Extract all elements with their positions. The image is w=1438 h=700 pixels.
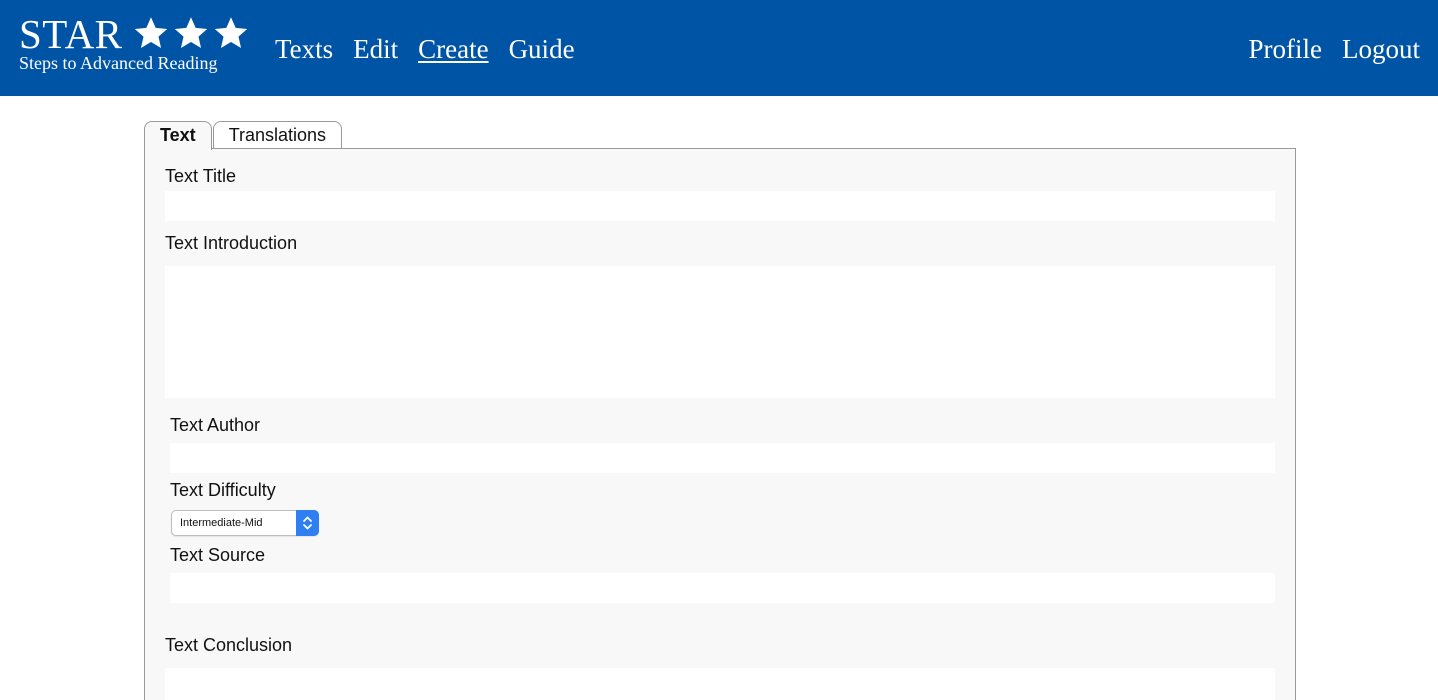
text-title-label: Text Title [165,166,237,186]
star-icon [214,17,248,48]
logo-subtitle: Steps to Advanced Reading [19,53,218,73]
nav-create[interactable]: Create [418,33,488,65]
form-tabs: Text Translations [144,121,343,150]
updown-chevron-icon [303,516,312,530]
nav-profile[interactable]: Profile [1249,33,1323,65]
logo-title: STAR [19,11,123,57]
difficulty-selected-value: Intermediate-Mid [180,517,263,529]
top-header: STAR Steps to Advanced Reading Texts Edi… [0,0,1438,96]
text-author-label: Text Author [170,415,261,435]
difficulty-select-box[interactable]: Intermediate-Mid [171,510,319,536]
nav-guide[interactable]: Guide [509,33,575,65]
text-conclusion-label: Text Conclusion [165,635,293,655]
text-difficulty-label: Text Difficulty [170,480,276,500]
text-form-panel: Text Title Text Introduction Text Author… [144,148,1296,700]
star-icon [134,17,168,48]
logo-stars [132,15,250,51]
star-logo[interactable]: STAR Steps to Advanced Reading [19,12,249,76]
nav-logout[interactable]: Logout [1342,33,1420,65]
main-nav: Texts Edit Create Guide [275,33,575,65]
text-author-input[interactable] [170,443,1275,473]
text-introduction-textarea[interactable] [165,266,1275,398]
text-title-input[interactable] [165,191,1275,221]
text-source-input[interactable] [170,573,1275,603]
select-chevron-updown-icon [296,510,319,536]
star-icon [174,17,208,48]
text-introduction-label: Text Introduction [165,233,298,253]
nav-edit[interactable]: Edit [353,33,398,65]
user-nav: Profile Logout [1249,33,1421,65]
tab-text[interactable]: Text [144,121,212,150]
text-conclusion-textarea[interactable] [165,668,1275,700]
nav-texts[interactable]: Texts [275,33,333,65]
text-difficulty-select[interactable]: Intermediate-Mid [171,510,319,536]
text-source-label: Text Source [170,545,266,565]
tab-translations[interactable]: Translations [212,121,343,149]
